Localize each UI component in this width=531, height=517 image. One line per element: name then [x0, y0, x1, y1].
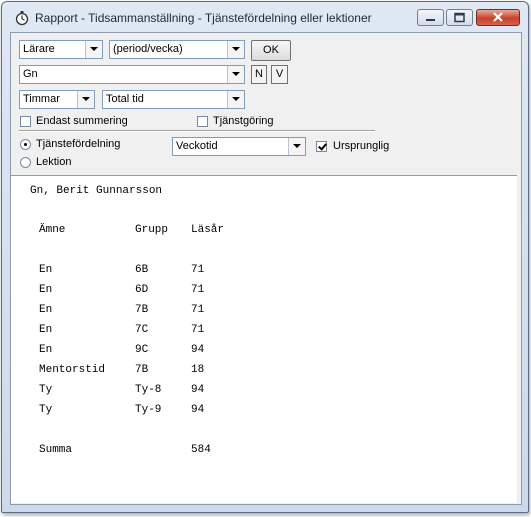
entity-select[interactable]: Gn	[19, 65, 245, 84]
n-button[interactable]: N	[251, 65, 267, 84]
minimize-icon	[426, 19, 435, 21]
divider	[19, 130, 375, 132]
close-icon	[493, 12, 503, 22]
row-value: 94	[191, 404, 205, 416]
service-checkbox[interactable]	[197, 116, 208, 127]
close-button[interactable]	[476, 9, 520, 26]
entity-select-value: Gn	[23, 68, 38, 80]
report-window: Rapport - Tidsammanställning - Tjänstefö…	[1, 1, 529, 513]
period-select-value: (period/vecka)	[113, 43, 183, 55]
unit-select[interactable]: Timmar	[19, 90, 95, 109]
type-select[interactable]: Lärare	[19, 40, 103, 59]
chevron-down-icon[interactable]	[227, 91, 244, 108]
row-subject: En	[39, 284, 53, 296]
row-group: 6D	[135, 284, 149, 296]
row-value: 71	[191, 324, 205, 336]
column-header-group: Grupp	[135, 224, 169, 236]
row-value: 71	[191, 264, 205, 276]
chevron-down-icon[interactable]	[227, 66, 244, 83]
chevron-down-icon[interactable]	[227, 41, 244, 58]
unit-select-value: Timmar	[23, 93, 60, 105]
distribution-label: Tjänstefördelning	[36, 138, 121, 150]
v-button[interactable]: V	[271, 65, 288, 84]
row-group: 6B	[135, 264, 149, 276]
weektime-select[interactable]: Veckotid	[172, 137, 306, 156]
maximize-button[interactable]	[446, 9, 473, 26]
row-subject: En	[39, 264, 53, 276]
lesson-label: Lektion	[36, 156, 72, 168]
client-area: Lärare (period/vecka) OK Gn N V Timmar T…	[10, 32, 522, 505]
sum-label: Summa	[39, 444, 73, 456]
row-value: 18	[191, 364, 205, 376]
column-header-subject: Ämne	[39, 224, 66, 236]
original-checkbox[interactable]	[316, 141, 327, 152]
summary-only-label: Endast summering	[36, 115, 128, 127]
time-select-value: Total tid	[106, 93, 144, 105]
row-group: 7B	[135, 304, 149, 316]
chevron-down-icon[interactable]	[77, 91, 94, 108]
stopwatch-icon	[14, 10, 30, 26]
row-value: 71	[191, 284, 205, 296]
row-value: 94	[191, 384, 205, 396]
service-label: Tjänstgöring	[213, 115, 274, 127]
type-select-value: Lärare	[23, 43, 55, 55]
row-subject: Ty	[39, 404, 53, 416]
minimize-button[interactable]	[417, 9, 444, 26]
row-value: 71	[191, 304, 205, 316]
time-select[interactable]: Total tid	[102, 90, 245, 109]
column-header-year: Läsår	[191, 224, 225, 236]
lesson-radio[interactable]	[20, 157, 31, 168]
weektime-select-value: Veckotid	[176, 140, 218, 152]
period-select[interactable]: (period/vecka)	[109, 40, 245, 59]
report-header: Gn, Berit Gunnarsson	[30, 185, 163, 197]
row-subject: En	[39, 304, 53, 316]
ok-button[interactable]: OK	[251, 40, 291, 61]
row-group: 9C	[135, 344, 149, 356]
row-subject: Ty	[39, 384, 53, 396]
summary-only-checkbox[interactable]	[20, 116, 31, 127]
sum-value: 584	[191, 444, 211, 456]
window-title: Rapport - Tidsammanställning - Tjänstefö…	[35, 11, 372, 25]
chevron-down-icon[interactable]	[288, 138, 305, 155]
row-subject: Mentorstid	[39, 364, 106, 376]
row-group: 7B	[135, 364, 149, 376]
row-subject: En	[39, 344, 53, 356]
row-subject: En	[39, 324, 53, 336]
title-bar[interactable]: Rapport - Tidsammanställning - Tjänstefö…	[2, 2, 528, 32]
report-output[interactable]: Gn, Berit Gunnarsson Ämne Grupp Läsår En…	[11, 175, 517, 503]
row-group: Ty-9	[135, 404, 162, 416]
distribution-radio[interactable]	[20, 139, 31, 150]
chevron-down-icon[interactable]	[85, 41, 102, 58]
row-value: 94	[191, 344, 205, 356]
original-label: Ursprunglig	[333, 140, 390, 152]
row-group: Ty-8	[135, 384, 162, 396]
maximize-icon	[454, 12, 465, 23]
row-group: 7C	[135, 324, 149, 336]
